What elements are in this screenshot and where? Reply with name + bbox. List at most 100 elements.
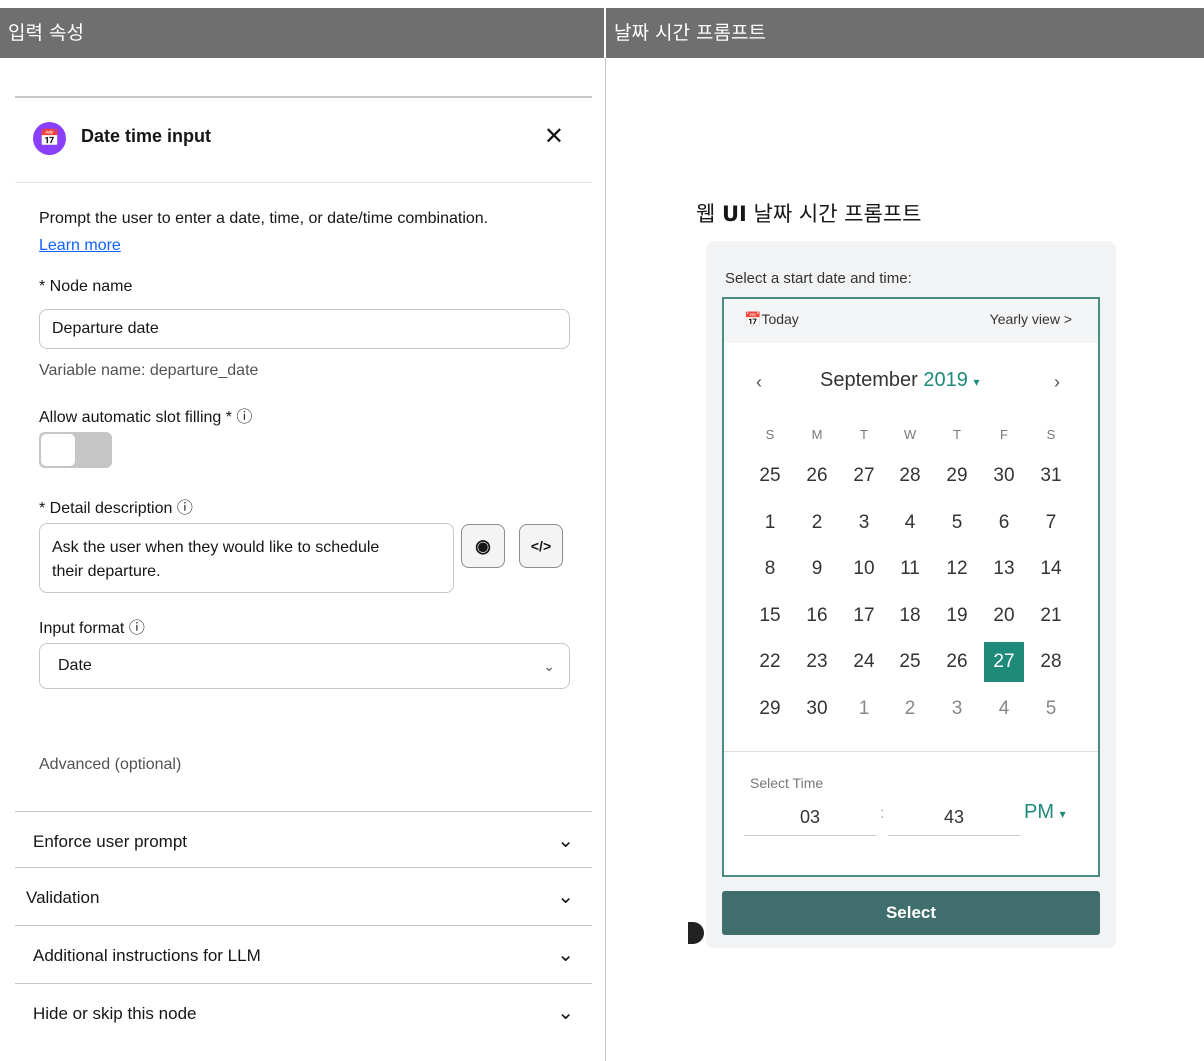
- calendar-icon: 📅: [744, 311, 762, 327]
- learn-more-link[interactable]: Learn more: [39, 237, 121, 255]
- calendar-day[interactable]: 12: [937, 549, 977, 589]
- year-dropdown[interactable]: 2019 ▾: [923, 369, 979, 391]
- calendar-day[interactable]: 9: [797, 549, 837, 589]
- chevron-down-icon: ⌄: [543, 658, 555, 674]
- calendar-day[interactable]: 21: [1031, 596, 1071, 636]
- accordion-label: Enforce user prompt: [33, 832, 188, 851]
- calendar-day[interactable]: 1: [844, 689, 884, 729]
- calendar-day[interactable]: 18: [890, 596, 930, 636]
- detail-description-input[interactable]: Ask the user when they would like to sch…: [39, 523, 454, 593]
- yearly-view-button[interactable]: Yearly view >: [990, 311, 1072, 327]
- month-label: September: [820, 369, 918, 391]
- ampm-dropdown[interactable]: PM ▾: [1024, 801, 1066, 824]
- today-label: Today: [761, 311, 799, 327]
- ai-assist-icon[interactable]: ◉: [461, 524, 505, 568]
- calendar-day[interactable]: 4: [984, 689, 1024, 729]
- calendar-day[interactable]: 25: [890, 642, 930, 682]
- select-button[interactable]: Select: [722, 891, 1100, 935]
- hour-input[interactable]: 03: [744, 799, 876, 836]
- calendar-day[interactable]: 2: [797, 503, 837, 543]
- calendar-day[interactable]: 22: [750, 642, 790, 682]
- accordion-hide-or-skip[interactable]: Hide or skip this node ⌄: [15, 983, 592, 1040]
- properties-header: 입력 속성: [0, 8, 605, 58]
- slot-filling-toggle[interactable]: [39, 432, 112, 468]
- variable-name: Variable name: departure_date: [39, 362, 259, 379]
- weekday-label: M: [811, 427, 823, 442]
- input-format-value: Date: [58, 657, 92, 674]
- date-time-prompt-label: Select a start date and time:: [725, 270, 912, 287]
- calendar-day[interactable]: 25: [750, 456, 790, 496]
- calendar-toolbar: 📅Today Yearly view >: [724, 299, 1098, 343]
- calendar-icon: 📅: [33, 122, 66, 155]
- calendar-day[interactable]: 30: [797, 689, 837, 729]
- select-time-label: Select Time: [750, 775, 824, 791]
- accordion-enforce-user-prompt[interactable]: Enforce user prompt ⌄: [15, 811, 592, 868]
- side-handle-icon[interactable]: [688, 922, 704, 944]
- calendar-day[interactable]: 30: [984, 456, 1024, 496]
- calendar-day[interactable]: 1: [750, 503, 790, 543]
- input-format-select[interactable]: Date ⌄: [39, 643, 570, 689]
- calendar-day[interactable]: 13: [984, 549, 1024, 589]
- calendar-day[interactable]: 17: [844, 596, 884, 636]
- detail-description-label: * Detail description ⓘ: [39, 500, 193, 517]
- node-name-input[interactable]: Departure date: [39, 309, 570, 349]
- accordion-additional-instructions[interactable]: Additional instructions for LLM ⌄: [15, 925, 592, 982]
- chevron-down-icon: ⌄: [557, 1002, 574, 1024]
- advanced-label: Advanced (optional): [39, 756, 182, 773]
- chevron-down-icon: ⌄: [557, 944, 574, 966]
- calendar-day[interactable]: 4: [890, 503, 930, 543]
- calendar-day[interactable]: 26: [937, 642, 977, 682]
- ampm-label: PM: [1024, 801, 1054, 823]
- preview-title-suffix: 날짜 시간 프롬프트: [746, 202, 922, 226]
- calendar-day[interactable]: 10: [844, 549, 884, 589]
- calendar-day[interactable]: 28: [1031, 642, 1071, 682]
- calendar-day[interactable]: 7: [1031, 503, 1071, 543]
- next-month-icon[interactable]: ›: [1054, 372, 1060, 393]
- calendar-day[interactable]: 29: [937, 456, 977, 496]
- calendar-day[interactable]: 3: [937, 689, 977, 729]
- calendar-day[interactable]: 5: [937, 503, 977, 543]
- minute-input[interactable]: 43: [888, 799, 1020, 836]
- panel-header: 📅 Date time input ✕: [15, 98, 592, 183]
- close-icon[interactable]: ✕: [544, 122, 564, 151]
- accordion-label: Validation: [26, 888, 100, 907]
- calendar-day[interactable]: 2: [890, 689, 930, 729]
- calendar-day[interactable]: 3: [844, 503, 884, 543]
- slot-filling-label: Allow automatic slot filling * ⓘ: [39, 409, 253, 426]
- column-divider: [605, 58, 606, 1061]
- weekday-label: T: [953, 427, 961, 442]
- preview-header: 날짜 시간 프롬프트: [606, 8, 1204, 58]
- calendar-day[interactable]: 31: [1031, 456, 1071, 496]
- previous-month-icon[interactable]: ‹: [756, 372, 762, 393]
- calendar-day[interactable]: 14: [1031, 549, 1071, 589]
- today-button[interactable]: 📅Today: [744, 311, 799, 328]
- year-label: 2019: [923, 369, 968, 391]
- time-colon: :: [880, 805, 885, 822]
- caret-down-icon: ▾: [973, 375, 980, 389]
- calendar-day[interactable]: 5: [1031, 689, 1071, 729]
- code-icon[interactable]: </>: [519, 524, 563, 568]
- calendar-day[interactable]: 24: [844, 642, 884, 682]
- calendar-day[interactable]: 16: [797, 596, 837, 636]
- accordion-label: Hide or skip this node: [33, 1004, 197, 1023]
- calendar-day[interactable]: 6: [984, 503, 1024, 543]
- calendar-day[interactable]: 15: [750, 596, 790, 636]
- calendar-day[interactable]: 28: [890, 456, 930, 496]
- calendar-day[interactable]: 8: [750, 549, 790, 589]
- time-divider: [724, 751, 1098, 752]
- caret-down-icon: ▾: [1059, 807, 1066, 821]
- month-year: September 2019 ▾: [820, 369, 980, 392]
- calendar-day[interactable]: 27: [844, 456, 884, 496]
- calendar-day[interactable]: 19: [937, 596, 977, 636]
- calendar-day[interactable]: 20: [984, 596, 1024, 636]
- calendar-day[interactable]: 26: [797, 456, 837, 496]
- input-format-label: Input format ⓘ: [39, 620, 145, 637]
- accordion-label: Additional instructions for LLM: [33, 946, 261, 965]
- calendar-day[interactable]: 23: [797, 642, 837, 682]
- calendar-day[interactable]: 27: [984, 642, 1024, 682]
- weekday-label: T: [860, 427, 868, 442]
- accordion-validation[interactable]: Validation ⌄: [15, 867, 592, 924]
- weekday-label: F: [1000, 427, 1008, 442]
- calendar-day[interactable]: 29: [750, 689, 790, 729]
- calendar-day[interactable]: 11: [890, 549, 930, 589]
